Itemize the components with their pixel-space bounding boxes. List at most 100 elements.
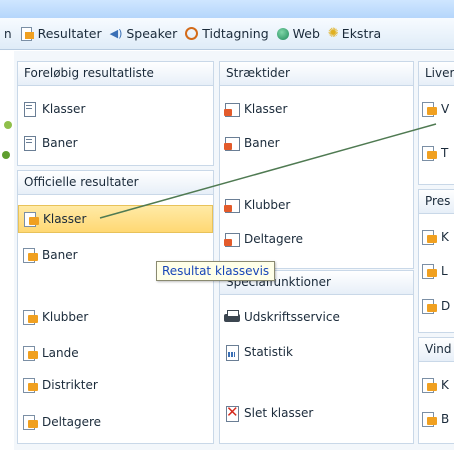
section-title: Stræktider (220, 62, 413, 86)
globe-icon (276, 27, 289, 40)
menu-item-presse-1[interactable]: K (421, 226, 449, 248)
item-label: L (441, 264, 448, 278)
document-icon (22, 135, 38, 151)
col1-section1: Foreløbig resultatliste Klasser Baner (17, 61, 214, 166)
menu-edge-letter: n (4, 26, 12, 41)
menu-tidtagning[interactable]: Tidtagning (185, 26, 269, 41)
result-icon (421, 263, 437, 279)
menu-item-udskriftsservice[interactable]: Udskriftsservice (224, 306, 340, 328)
menu-item-straek-klasser[interactable]: Klasser (224, 98, 287, 120)
item-label: Slet klasser (244, 406, 314, 420)
menu-item-forelobig-baner[interactable]: Baner (22, 132, 78, 154)
section-title: Liver (419, 62, 454, 86)
left-background (0, 51, 14, 450)
item-label: Klasser (43, 212, 87, 226)
item-label: Klasser (244, 102, 288, 116)
col3-section3: Vind K B (418, 337, 454, 444)
item-label: Klubber (244, 198, 291, 212)
col3-section1: Liver V T (418, 61, 454, 185)
green-dot-icon (2, 151, 10, 159)
result-icon (421, 101, 437, 117)
result-icon (421, 229, 437, 245)
split-times-icon (224, 135, 240, 151)
col1-section2: Officielle resultater Klasser Baner Klub… (17, 170, 214, 444)
item-label: Udskriftsservice (244, 310, 340, 324)
item-label: K (441, 230, 449, 244)
menu-resultater[interactable]: Resultater (20, 26, 102, 41)
menu-resultater-label: Resultater (37, 26, 102, 41)
menu-ekstra-label: Ekstra (341, 26, 382, 41)
item-label: Deltagere (42, 415, 102, 429)
item-label: Baner (42, 136, 78, 150)
result-icon (421, 411, 437, 427)
item-label: Lande (42, 346, 79, 360)
menu-item-officielle-deltagere[interactable]: Deltagere (22, 411, 101, 433)
col2-section1: Stræktider Klasser Baner Klubber Deltage… (219, 61, 414, 269)
menu-web[interactable]: Web (276, 26, 320, 41)
menu-item-presse-3[interactable]: D (421, 295, 450, 317)
star-icon: ✺ (327, 26, 339, 41)
split-times-icon (224, 101, 240, 117)
statistics-icon (224, 344, 240, 361)
result-icon (22, 247, 38, 263)
split-times-icon (224, 231, 240, 247)
item-label: V (441, 102, 450, 116)
item-label: Baner (42, 248, 78, 262)
menubar: n Resultater ◀) Speaker Tidtagning Web ✺… (0, 18, 454, 50)
item-label: Baner (244, 136, 280, 150)
menu-item-straek-baner[interactable]: Baner (224, 132, 280, 154)
section-title: Vind (419, 338, 454, 362)
menu-item-live-2[interactable]: T (421, 142, 448, 164)
menu-item-vinder-1[interactable]: K (421, 374, 449, 396)
menu-item-officielle-distrikter[interactable]: Distrikter (22, 374, 98, 396)
menu-item-slet-klasser[interactable]: Slet klasser (224, 402, 313, 424)
result-icon (421, 298, 437, 314)
menu-item-straek-klubber[interactable]: Klubber (224, 194, 290, 216)
document-icon (22, 101, 38, 117)
result-icon (421, 145, 437, 161)
result-icon (23, 211, 39, 227)
item-label: B (441, 412, 450, 426)
menu-ekstra[interactable]: ✺ Ekstra (328, 26, 381, 41)
section-title: Officielle resultater (18, 171, 213, 195)
menu-item-presse-2[interactable]: L (421, 260, 448, 282)
result-icon (22, 414, 38, 430)
item-label: Distrikter (42, 378, 98, 392)
section-title: Foreløbig resultatliste (18, 62, 213, 86)
menu-speaker-label: Speaker (126, 26, 178, 41)
item-label: Statistik (244, 345, 293, 359)
menu-item-forelobig-klasser[interactable]: Klasser (22, 98, 85, 120)
delete-icon (224, 403, 240, 422)
result-icon (421, 377, 437, 393)
speaker-icon: ◀) (109, 27, 123, 40)
result-icon (22, 377, 38, 393)
item-label: D (441, 299, 451, 313)
menu-web-label: Web (292, 26, 320, 41)
result-icon (20, 26, 34, 41)
menu-item-live-1[interactable]: V (421, 98, 449, 120)
result-icon (22, 309, 38, 325)
menu-item-officielle-lande[interactable]: Lande (22, 342, 79, 364)
item-label: K (441, 378, 449, 392)
menu-item-straek-deltagere[interactable]: Deltagere (224, 228, 303, 250)
window-top-strip (0, 0, 454, 18)
menu-tidtagning-label: Tidtagning (202, 26, 269, 41)
menu-item-vinder-2[interactable]: B (421, 408, 449, 430)
result-icon (22, 345, 38, 361)
menu-item-statistik[interactable]: Statistik (224, 341, 293, 363)
col3-section2: Pres K L D (418, 189, 454, 333)
stopwatch-icon (185, 27, 199, 40)
item-label: Klasser (42, 102, 86, 116)
item-label: Klubber (42, 310, 89, 324)
col2-section2: Specialfunktioner Udskriftsservice Stati… (219, 270, 414, 444)
section-title: Pres (419, 190, 454, 214)
menu-item-officielle-klubber[interactable]: Klubber (22, 306, 88, 328)
menu-item-officielle-klasser[interactable]: Klasser (18, 205, 213, 233)
item-label: Deltagere (244, 232, 304, 246)
item-label: T (441, 146, 449, 160)
tooltip: Resultat klassevis (156, 261, 276, 281)
menu-speaker[interactable]: ◀) Speaker (110, 26, 178, 41)
printer-icon (224, 309, 240, 325)
split-times-icon (224, 197, 240, 213)
menu-item-officielle-baner[interactable]: Baner (22, 244, 78, 266)
